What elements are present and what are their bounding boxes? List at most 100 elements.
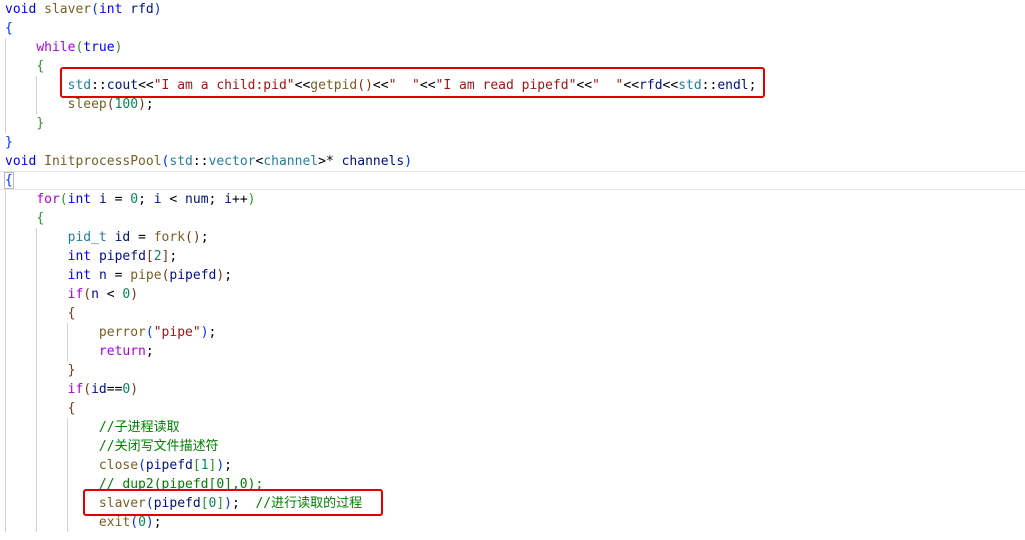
code-token: ) <box>130 287 139 302</box>
code-line[interactable]: } <box>5 361 76 380</box>
code-line[interactable]: { <box>5 304 76 323</box>
code-token: ( <box>145 325 154 340</box>
code-token: ) <box>114 40 123 55</box>
code-line[interactable]: while(true) <box>5 38 122 57</box>
code-token: ( <box>91 2 99 17</box>
code-token: ; <box>224 268 233 283</box>
code-token: void <box>5 154 37 169</box>
code-token: ( <box>59 192 68 207</box>
code-token: ( <box>83 287 92 302</box>
code-token: exit <box>98 515 131 530</box>
code-token: 0 <box>138 515 146 530</box>
code-token: ; <box>224 458 232 473</box>
code-token: i <box>224 192 233 207</box>
code-line[interactable]: } <box>5 133 13 152</box>
code-line[interactable]: if(id==0) <box>5 380 138 399</box>
code-token: ( <box>106 97 115 112</box>
code-token: true <box>83 40 115 55</box>
code-line[interactable]: close(pipefd[1]); <box>5 456 232 475</box>
code-line[interactable]: void slaver(int rfd) <box>5 0 162 19</box>
code-token: = <box>130 230 154 245</box>
code-token: InitprocessPool <box>44 154 162 169</box>
annotation-box-cout-line <box>60 67 765 98</box>
code-token: ) <box>153 2 162 17</box>
code-line[interactable]: perror("pipe"); <box>5 323 216 342</box>
code-line[interactable]: return; <box>5 342 154 361</box>
code-token: 2 <box>153 249 162 264</box>
code-token: ( <box>130 515 139 530</box>
code-token: 0 <box>130 192 139 207</box>
code-line[interactable]: { <box>5 57 44 76</box>
code-token: ++ <box>232 192 248 207</box>
code-token: > <box>318 154 326 169</box>
code-token: channels <box>341 154 405 169</box>
code-token: ; <box>145 344 154 359</box>
code-token: ) <box>200 325 209 340</box>
code-line[interactable]: } <box>5 114 44 133</box>
code-line[interactable]: if(n < 0) <box>5 285 138 304</box>
code-token: id <box>114 230 131 245</box>
code-line[interactable]: //子进程读取 <box>5 418 180 437</box>
code-token: int <box>98 2 123 17</box>
code-token: { <box>5 21 13 36</box>
code-token: ( <box>83 382 92 397</box>
code-editor[interactable]: void slaver(int rfd) { while(true) { std:… <box>0 0 1025 540</box>
code-token: int <box>67 268 92 283</box>
code-token: slaver <box>44 2 92 17</box>
code-token: "pipe" <box>153 325 201 340</box>
code-token: ; <box>169 249 178 264</box>
code-token: { <box>67 306 76 321</box>
code-line[interactable]: { <box>5 19 13 38</box>
code-line[interactable]: pid_t id = fork(); <box>5 228 209 247</box>
code-line[interactable]: int n = pipe(pipefd); <box>5 266 232 285</box>
code-token: = <box>106 268 131 283</box>
code-token: 1 <box>200 458 209 473</box>
code-token: if <box>67 287 84 302</box>
code-token: return <box>98 344 146 359</box>
current-line-highlight <box>0 171 1025 190</box>
code-token: i <box>153 192 162 207</box>
code-token: ; <box>153 515 162 530</box>
code-line[interactable]: { <box>5 399 76 418</box>
code-token: fork <box>153 230 186 245</box>
code-line[interactable]: int pipefd[2]; <box>5 247 178 266</box>
code-token: ) <box>216 458 225 473</box>
code-line[interactable]: //关闭写文件描述符 <box>5 437 219 456</box>
code-line[interactable]: { <box>5 209 44 228</box>
code-token: pipefd <box>145 458 193 473</box>
code-token: std <box>169 154 193 169</box>
code-token: :: <box>192 154 209 169</box>
code-token: ) <box>247 192 256 207</box>
code-token: i <box>98 192 107 207</box>
code-token: pipefd <box>98 249 146 264</box>
code-token: ; <box>138 192 154 207</box>
code-token: //关闭写文件描述符 <box>98 439 219 454</box>
code-token: ; <box>145 97 154 112</box>
code-token: 100 <box>114 97 139 112</box>
code-token: int <box>67 192 92 207</box>
code-line[interactable]: { <box>4 171 14 190</box>
code-line[interactable]: void InitprocessPool(std::vector<channel… <box>5 152 412 171</box>
code-token: ) <box>138 97 146 112</box>
code-token: == <box>106 382 123 397</box>
code-token: sleep <box>67 97 107 112</box>
code-line[interactable]: for(int i = 0; i < num; i++) <box>5 190 256 209</box>
